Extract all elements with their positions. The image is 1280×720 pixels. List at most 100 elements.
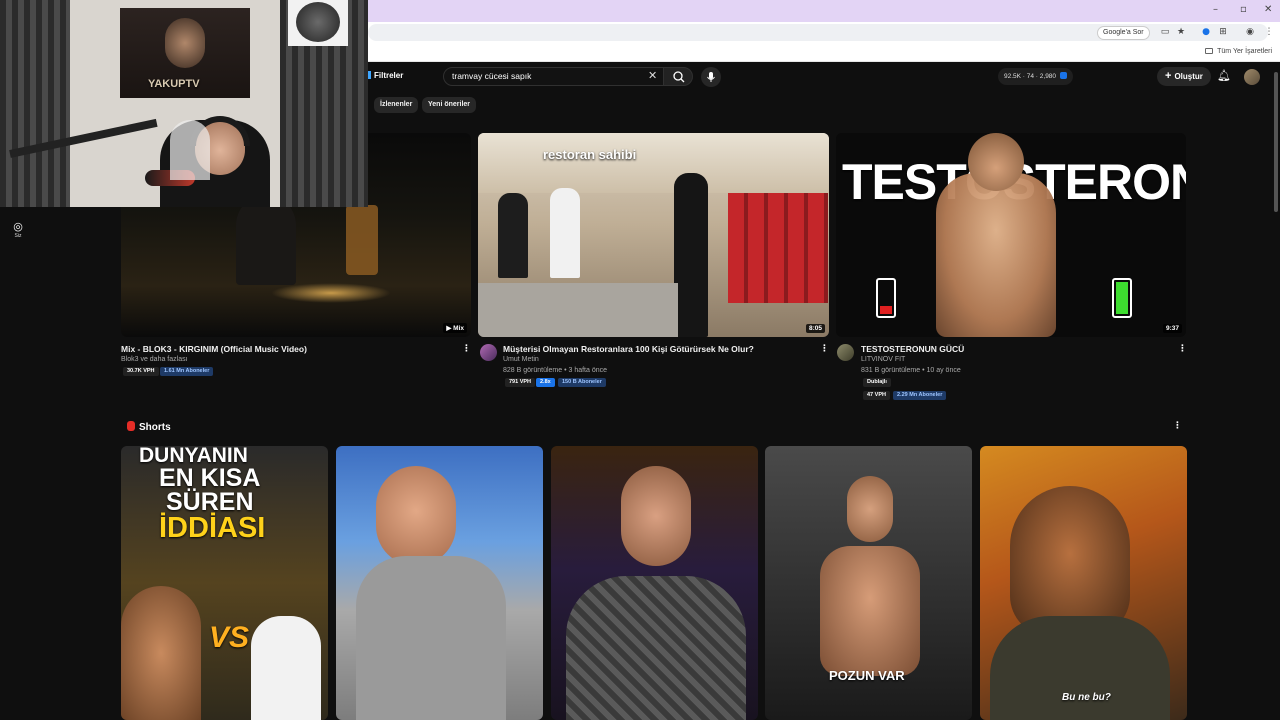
vs-label: VS [209, 621, 250, 654]
scrollbar-thumb[interactable] [1274, 72, 1278, 212]
short-thumbnail[interactable]: Bu ne bu? [980, 446, 1187, 720]
create-button[interactable]: + Oluştur [1157, 67, 1211, 86]
vph-badge: 30.7K VPH [123, 367, 159, 376]
video-duration: 8:05 [805, 324, 825, 333]
vph-badge: 47 VPH [863, 391, 890, 400]
stats-extension-icon [1060, 72, 1068, 79]
kitchen-wall [478, 133, 829, 193]
battery-full-icon [1112, 278, 1132, 318]
lamp-glow [271, 283, 391, 303]
channel-avatar[interactable] [837, 344, 854, 361]
small-frame [288, 0, 348, 46]
extension-icon[interactable]: ● [1201, 27, 1211, 37]
short-caption: Bu ne bu? [1062, 692, 1111, 703]
chip-watched[interactable]: İzlenenler [374, 97, 419, 113]
framed-portrait [296, 2, 340, 42]
notifications-bell-icon[interactable]: 🔔︎ [1217, 69, 1231, 82]
person-torso [936, 173, 1056, 337]
subscribers-badge: 150 B Aboneler [558, 378, 606, 387]
chip-new-recommendations[interactable]: Yeni öneriler [422, 97, 477, 113]
channel-avatar[interactable] [480, 344, 497, 361]
video-title[interactable]: TESTOSTERONUN GÜCÜ [861, 344, 964, 354]
person-left [121, 586, 201, 720]
person-head [847, 476, 893, 542]
filter-icon [368, 71, 371, 79]
vph-badge: 791 VPH [505, 378, 536, 387]
shorts-section-title: Shorts [127, 421, 171, 433]
person-jacket [566, 576, 746, 720]
battery-low-icon [876, 278, 896, 318]
dubbed-tag: Dublajlı [863, 378, 891, 387]
subscribers-badge: 2.29 Mn Aboneler [893, 391, 947, 400]
subscribers-badge: 1.61 Mn Aboneler [160, 367, 214, 376]
short-caption-line: İDDİASI [159, 512, 266, 544]
poster-face [165, 18, 205, 68]
person-shoulders [990, 616, 1170, 720]
video-thumbnail[interactable]: TESTOSTERONE 9:37 [836, 133, 1186, 337]
person-head [968, 133, 1024, 191]
video-channel[interactable]: Umut Metin [503, 356, 539, 363]
video-duration: 9:37 [1162, 324, 1182, 333]
thumbnail-caption: restoran sahibi [543, 147, 637, 162]
video-title[interactable]: Mix - BLOK3 - KIRGINIM (Official Music V… [121, 344, 307, 354]
cast-icon[interactable]: ▭ [1160, 27, 1170, 37]
person-host [674, 173, 708, 337]
person-woman [498, 193, 528, 278]
counter [478, 283, 678, 337]
crowd-red-shirts [728, 193, 828, 303]
search-icon [673, 71, 685, 83]
short-thumbnail[interactable] [336, 446, 543, 720]
browser-menu-icon[interactable]: ⋮ [1264, 27, 1274, 37]
sidebar-item-you[interactable]: ◎ Siz [8, 220, 28, 239]
video-thumbnail[interactable]: restoran sahibi 8:05 [478, 133, 829, 337]
person-torso [820, 546, 920, 676]
short-thumbnail[interactable]: POZUN VAR [765, 446, 972, 720]
channel-stats-widget[interactable]: 92.5K · 74 · 2,980 [998, 68, 1074, 85]
person-head [376, 466, 456, 566]
person-right [251, 616, 321, 720]
google-ask-button[interactable]: Google'a Sor [1097, 26, 1150, 40]
microphone-icon [707, 72, 715, 82]
user-avatar[interactable] [1244, 69, 1260, 85]
more-options-icon[interactable]: ⋮ [1178, 344, 1187, 354]
minimize-icon[interactable]: – [1213, 4, 1218, 15]
page-scrollbar[interactable] [1272, 62, 1280, 720]
curtain-left [0, 0, 70, 207]
plus-icon: + [1165, 70, 1172, 82]
person-tank-top [356, 556, 506, 720]
outlier-badge: 2.8x [536, 378, 555, 387]
video-stats: 831 B görüntüleme • 10 ay önce [861, 367, 961, 374]
shorts-more-options-icon[interactable]: ⋮ [1173, 421, 1182, 431]
video-channel[interactable]: Blok3 ve daha fazlası [121, 356, 188, 363]
person-chef [550, 188, 580, 278]
profile-icon[interactable]: ◉ [1245, 27, 1255, 37]
search-input[interactable]: tramvay cücesi sapık [452, 71, 531, 81]
video-stats: 828 B görüntüleme • 3 hafta önce [503, 367, 608, 374]
person-head [1010, 486, 1130, 636]
shorts-logo-icon [127, 421, 135, 431]
short-thumbnail[interactable] [551, 446, 758, 720]
video-title[interactable]: Müşterisi Olmayan Restoranlara 100 Kişi … [503, 344, 754, 354]
chair-shape [346, 205, 378, 275]
filters-button[interactable]: Filtreler [368, 71, 403, 80]
folder-icon [1205, 48, 1214, 54]
voice-search-button[interactable] [701, 67, 721, 87]
short-caption: POZUN VAR [829, 668, 905, 683]
all-bookmarks-button[interactable]: Tüm Yer İşaretleri [1205, 48, 1272, 55]
video-channel[interactable]: LITVINOV FIT [861, 356, 905, 363]
person-silhouette [236, 195, 296, 285]
more-options-icon[interactable]: ⋮ [820, 344, 829, 354]
mix-badge: ▶ Mix [443, 323, 467, 333]
bookmark-star-icon[interactable]: ★ [1176, 27, 1186, 37]
poster-text: YAKUPTV [148, 78, 200, 90]
person-head [621, 466, 691, 566]
more-options-icon[interactable]: ⋮ [462, 344, 471, 354]
maximize-icon[interactable]: ▫ [1240, 4, 1247, 15]
webcam-overlay: YAKUPTV [0, 0, 368, 207]
clear-search-icon[interactable]: ✕ [648, 69, 657, 82]
extensions-puzzle-icon[interactable]: ⊞ [1218, 27, 1228, 37]
close-icon[interactable]: ✕ [1264, 4, 1272, 15]
short-thumbnail[interactable]: DÜNYANIN EN KISA SÜREN İDDİASI VS [121, 446, 328, 720]
search-button[interactable] [663, 67, 693, 86]
chair-back [170, 120, 210, 180]
